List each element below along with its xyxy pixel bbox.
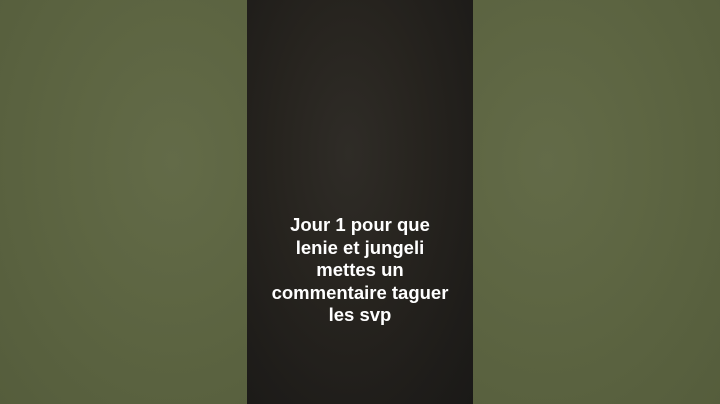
caption-line-5: les svp [328,304,392,325]
caption-line-4: commentaire taguer [271,281,449,303]
blurred-background-left [0,0,247,404]
caption-line-2: lenie et jungeli [295,236,425,258]
video-frame: Jour 1 pour que lenie et jungeli mettes … [247,0,473,404]
caption-line-3: mettes un [316,259,404,280]
video-caption: Jour 1 pour que lenie et jungeli mettes … [247,214,473,327]
blurred-background-right [473,0,720,404]
video-thumbnail: Jour 1 pour que lenie et jungeli mettes … [0,0,720,404]
caption-line-1: Jour 1 pour que [290,214,430,235]
